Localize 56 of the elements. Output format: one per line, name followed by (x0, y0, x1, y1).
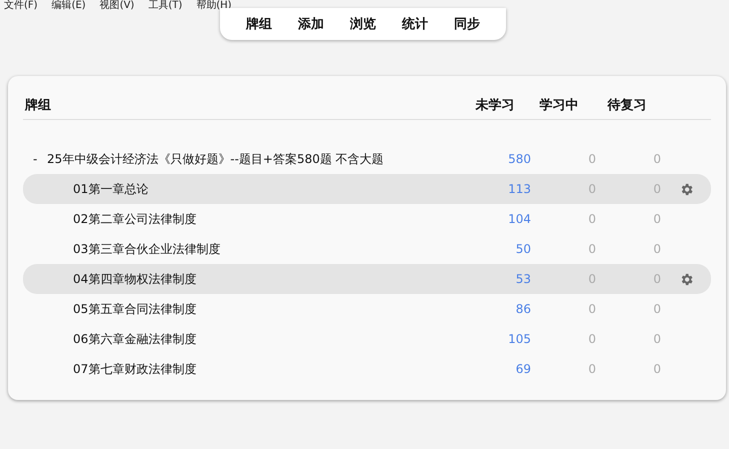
learning-count: 0 (587, 332, 596, 346)
deck-row[interactable]: 06第六章金融法律制度 105 0 0 (23, 324, 711, 354)
review-count: 0 (652, 272, 661, 286)
new-count: 105 (507, 332, 531, 346)
toolbar-button[interactable]: 同步 (446, 11, 488, 37)
new-count: 53 (514, 272, 531, 286)
column-header: 学习中 (538, 96, 580, 114)
deck-name[interactable]: 05第五章合同法律制度 (73, 300, 196, 318)
menu-item[interactable]: 工具(T) (148, 0, 182, 12)
deck-row[interactable]: 05第五章合同法律制度 86 0 0 (23, 294, 711, 324)
menu-item[interactable]: 编辑(E) (52, 0, 86, 12)
deck-row[interactable]: 07第七章财政法律制度 69 0 0 (23, 354, 711, 384)
deck-name[interactable]: 01第一章总论 (73, 180, 148, 198)
menu-item[interactable]: 帮助(H) (196, 0, 232, 12)
deck-row[interactable]: - 25年中级会计经济法《只做好题》--题目+答案580题 不含大题 580 0 0 (23, 144, 711, 174)
column-header: 未学习 (474, 96, 516, 114)
learning-count: 0 (587, 182, 596, 196)
learning-count: 0 (587, 152, 596, 166)
collapse-toggle[interactable]: - (33, 152, 47, 166)
deck-name[interactable]: 06第六章金融法律制度 (73, 330, 196, 348)
deck-name[interactable]: 07第七章财政法律制度 (73, 360, 196, 378)
settings-icon[interactable] (678, 182, 694, 196)
learning-count: 0 (587, 242, 596, 256)
review-count: 0 (652, 152, 661, 166)
learning-count: 0 (587, 212, 596, 226)
review-count: 0 (652, 362, 661, 376)
learning-count: 0 (587, 272, 596, 286)
deck-name[interactable]: 03第三章合伙企业法律制度 (73, 240, 220, 258)
toolbar-button[interactable]: 统计 (394, 11, 436, 37)
toolbar-button[interactable]: 浏览 (342, 11, 384, 37)
learning-count: 0 (587, 302, 596, 316)
new-count: 86 (514, 302, 531, 316)
deck-row[interactable]: 01第一章总论 113 0 0 (23, 174, 711, 204)
column-header: 牌组 (25, 96, 52, 114)
deck-row[interactable]: 03第三章合伙企业法律制度 50 0 0 (23, 234, 711, 264)
review-count: 0 (652, 302, 661, 316)
deck-row[interactable]: 02第二章公司法律制度 104 0 0 (23, 204, 711, 234)
toolbar-button[interactable]: 牌组 (238, 11, 280, 37)
toolbar-button[interactable]: 添加 (290, 11, 332, 37)
new-count: 50 (514, 242, 531, 256)
deck-name[interactable]: 25年中级会计经济法《只做好题》--题目+答案580题 不含大题 (47, 150, 384, 168)
review-count: 0 (652, 182, 661, 196)
deck-name[interactable]: 02第二章公司法律制度 (73, 210, 196, 228)
review-count: 0 (652, 332, 661, 346)
learning-count: 0 (587, 362, 596, 376)
menu-item[interactable]: 视图(V) (100, 0, 134, 12)
review-count: 0 (652, 242, 661, 256)
review-count: 0 (652, 212, 661, 226)
deck-name[interactable]: 04第四章物权法律制度 (73, 270, 196, 288)
column-header: 待复习 (606, 96, 648, 114)
new-count: 580 (507, 152, 531, 166)
new-count: 113 (507, 182, 531, 196)
deck-row[interactable]: 04第四章物权法律制度 53 0 0 (23, 264, 711, 294)
new-count: 69 (514, 362, 531, 376)
settings-icon[interactable] (678, 272, 694, 286)
new-count: 104 (507, 212, 531, 226)
